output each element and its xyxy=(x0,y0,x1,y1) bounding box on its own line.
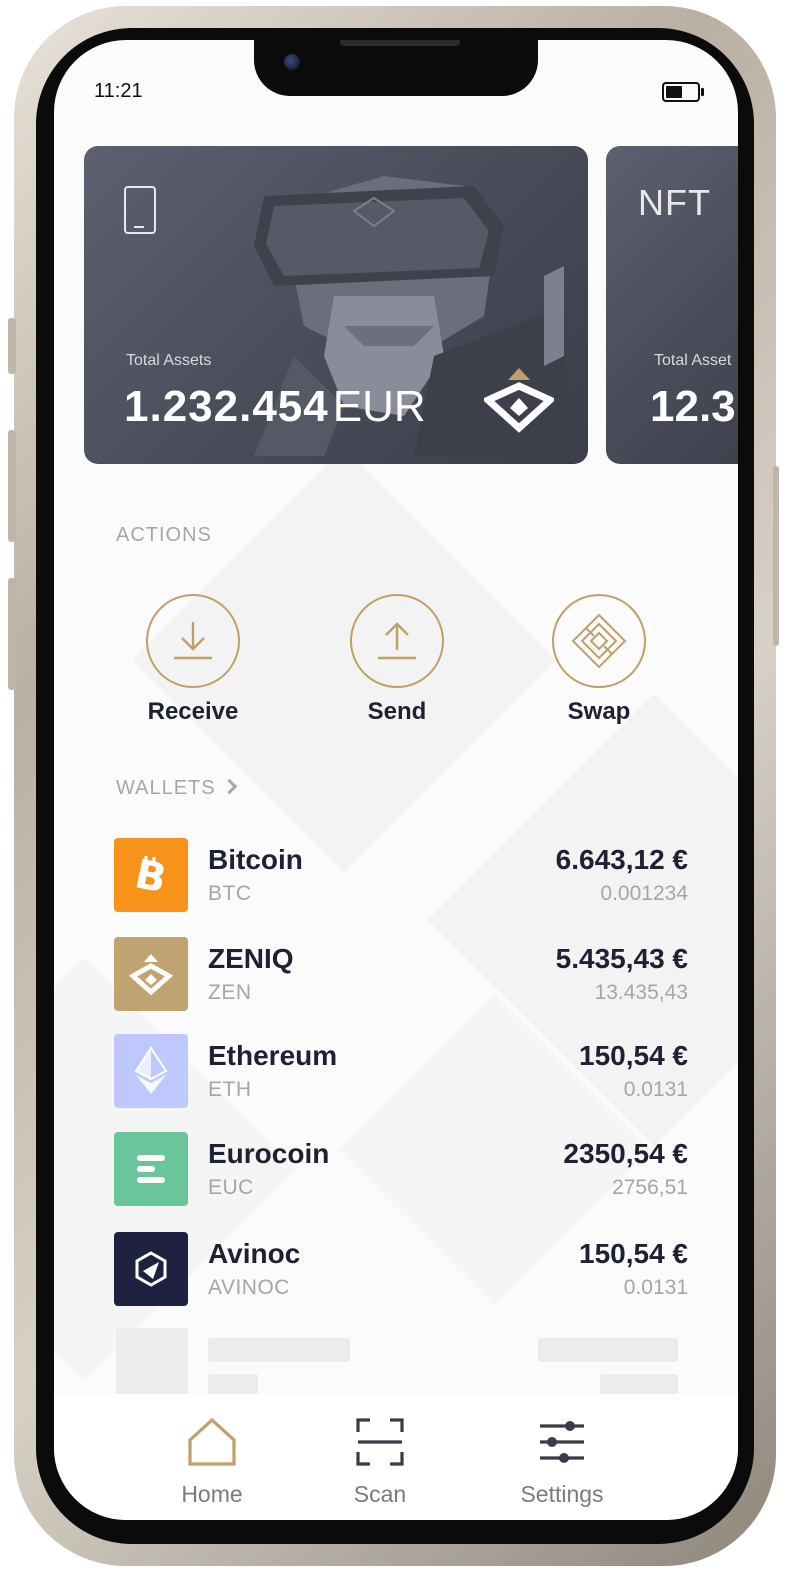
scan-icon xyxy=(356,1418,404,1466)
swap-icon xyxy=(571,613,627,669)
tab-settings[interactable]: Settings xyxy=(492,1416,632,1508)
wallet-value: 5.435,43 € xyxy=(555,943,688,974)
skeleton-line xyxy=(538,1338,678,1362)
wallet-row-zeniq[interactable]: ZENIQ ZEN 5.435,43 € 13.435,43 xyxy=(114,937,698,1013)
receive-circle xyxy=(146,594,240,688)
wallet-row-bitcoin[interactable]: B Bitcoin BTC 6.643,12 € 0.001234 xyxy=(114,838,698,914)
swap-circle xyxy=(552,594,646,688)
wallet-value: 6.643,12 € xyxy=(555,844,688,875)
total-assets-currency: EUR xyxy=(332,382,426,431)
wallet-amount: 0.0131 xyxy=(623,1078,688,1101)
nft-total-value: 12.3 xyxy=(650,382,736,431)
tab-settings-label: Settings xyxy=(520,1481,604,1507)
skeleton-line xyxy=(600,1374,678,1396)
wallet-value: 2350,54 € xyxy=(563,1138,688,1169)
skeleton-line xyxy=(208,1374,258,1396)
wallet-row-avinoc[interactable]: Avinoc AVINOC 150,54 € 0.0131 xyxy=(114,1232,698,1308)
side-button-volume-up xyxy=(8,430,16,542)
tab-scan-label: Scan xyxy=(353,1481,407,1507)
home-icon xyxy=(188,1417,236,1466)
wallet-row-eurocoin[interactable]: Eurocoin EUC 2350,54 € 2756,51 xyxy=(114,1132,698,1208)
wallet-name: Ethereum xyxy=(208,1040,338,1071)
total-assets-amount: 1.232.454 xyxy=(124,382,329,431)
tab-home-label: Home xyxy=(181,1481,243,1507)
avinoc-icon xyxy=(114,1232,188,1306)
chevron-right-icon xyxy=(221,778,238,795)
receive-icon xyxy=(174,622,212,660)
side-button-volume-down xyxy=(8,578,16,690)
wallet-name: ZENIQ xyxy=(208,943,294,974)
camera xyxy=(284,54,300,70)
svg-text:B: B xyxy=(131,852,170,898)
swap-button[interactable]: Swap xyxy=(534,594,664,726)
ethereum-icon xyxy=(114,1034,188,1108)
receive-label: Receive xyxy=(147,698,239,725)
side-button-power xyxy=(773,466,779,646)
send-icon xyxy=(378,622,416,660)
wallet-value: 150,54 € xyxy=(579,1040,688,1071)
app-screen: 11:21 Total Assets 1.232.454EUR NFT Tota… xyxy=(54,40,738,1520)
wallet-code: ZEN xyxy=(208,981,252,1004)
wallet-amount: 2756,51 xyxy=(612,1176,688,1199)
wallet-code: EUC xyxy=(208,1176,254,1199)
wallet-amount: 0.001234 xyxy=(600,882,688,905)
nft-card-title: NFT xyxy=(638,182,711,223)
total-assets-card[interactable]: Total Assets 1.232.454EUR xyxy=(84,146,588,464)
tab-scan[interactable]: Scan xyxy=(310,1416,450,1508)
skeleton-icon xyxy=(116,1328,188,1400)
zeniq-icon xyxy=(114,937,188,1011)
notch xyxy=(254,40,538,96)
speaker xyxy=(340,40,460,46)
wallet-code: ETH xyxy=(208,1078,252,1101)
battery-icon xyxy=(662,82,704,102)
phone-icon xyxy=(124,186,156,234)
send-button[interactable]: Send xyxy=(332,594,462,726)
wallet-code: BTC xyxy=(208,882,252,905)
nft-total-label: Total Asset xyxy=(654,352,732,369)
send-label: Send xyxy=(367,698,427,725)
wallets-header-link[interactable]: WALLETS xyxy=(116,777,238,800)
wallet-amount: 0.0131 xyxy=(623,1276,688,1299)
nft-card[interactable]: NFT Total Asset 12.3 xyxy=(606,146,738,464)
total-assets-value: 1.232.454EUR xyxy=(124,382,426,432)
wallet-name: Eurocoin xyxy=(208,1138,330,1169)
status-time: 11:21 xyxy=(94,80,143,102)
total-assets-label: Total Assets xyxy=(126,352,212,369)
swap-label: Swap xyxy=(567,698,631,725)
wallet-name: Bitcoin xyxy=(208,844,303,875)
bottom-tab-bar: Home Scan Settings xyxy=(54,1394,738,1520)
wallet-value: 150,54 € xyxy=(579,1238,688,1269)
settings-icon xyxy=(540,1421,584,1463)
tab-home[interactable]: Home xyxy=(142,1416,282,1508)
wallet-amount: 13.435,43 xyxy=(594,981,688,1004)
send-circle xyxy=(350,594,444,688)
bitcoin-icon: B xyxy=(114,838,188,912)
eurocoin-icon xyxy=(114,1132,188,1206)
side-button-silent xyxy=(8,318,16,374)
wallet-name: Avinoc xyxy=(208,1238,301,1269)
actions-header: ACTIONS xyxy=(116,524,212,546)
wallet-code: AVINOC xyxy=(208,1276,290,1299)
skeleton-line xyxy=(208,1338,350,1362)
wallet-row-ethereum[interactable]: Ethereum ETH 150,54 € 0.0131 xyxy=(114,1034,698,1110)
wallets-header: WALLETS xyxy=(116,777,216,799)
zeniq-logo-icon xyxy=(484,368,554,433)
receive-button[interactable]: Receive xyxy=(128,594,258,726)
